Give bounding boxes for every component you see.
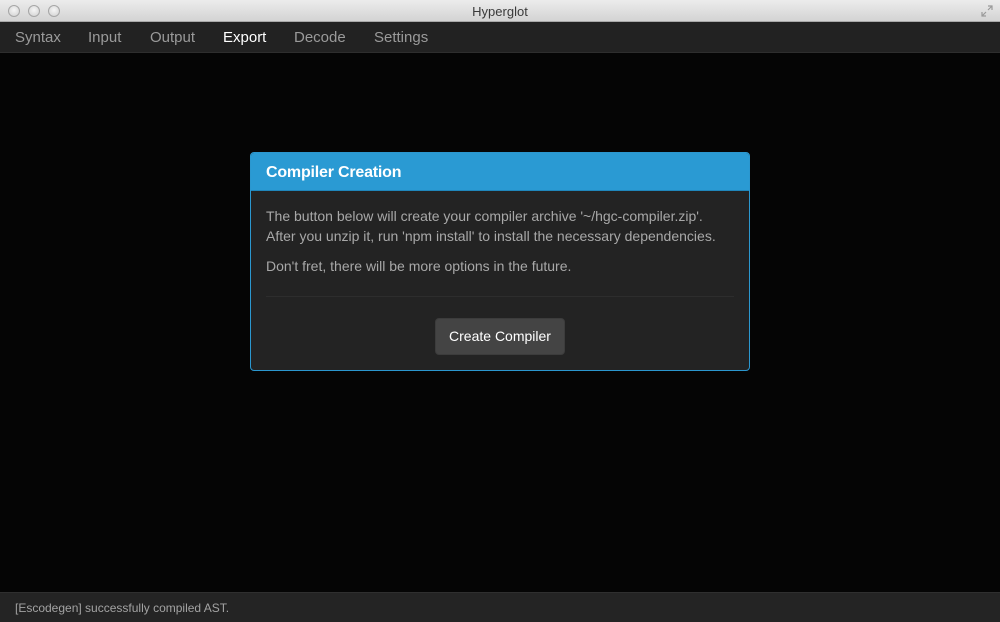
tab-export[interactable]: Export [223, 29, 266, 46]
tab-bar: Syntax Input Output Export Decode Settin… [0, 22, 1000, 53]
tab-syntax[interactable]: Syntax [15, 29, 61, 46]
create-compiler-button[interactable]: Create Compiler [435, 318, 565, 355]
title-bar: Hyperglot [0, 0, 1000, 22]
tab-decode[interactable]: Decode [294, 29, 346, 46]
status-message: [Escodegen] successfully compiled AST. [15, 601, 230, 615]
dialog-title: Compiler Creation [266, 164, 402, 181]
compiler-creation-dialog: Compiler Creation The button below will … [250, 152, 750, 371]
dialog-divider [266, 296, 734, 297]
tab-settings[interactable]: Settings [374, 29, 428, 46]
fullscreen-icon[interactable] [980, 4, 994, 18]
dialog-note: Don't fret, there will be more options i… [266, 258, 572, 274]
tab-output[interactable]: Output [150, 29, 195, 46]
window-title: Hyperglot [472, 4, 528, 19]
status-bar: [Escodegen] successfully compiled AST. [0, 592, 1000, 622]
dialog-header: Compiler Creation [251, 153, 749, 191]
dialog-description-line-1: The button below will create your compil… [266, 208, 703, 224]
app-window: Hyperglot Syntax Input Output Export Dec… [0, 0, 1000, 622]
dialog-description-line-2: After you unzip it, run 'npm install' to… [266, 228, 716, 244]
tab-input[interactable]: Input [88, 29, 121, 46]
